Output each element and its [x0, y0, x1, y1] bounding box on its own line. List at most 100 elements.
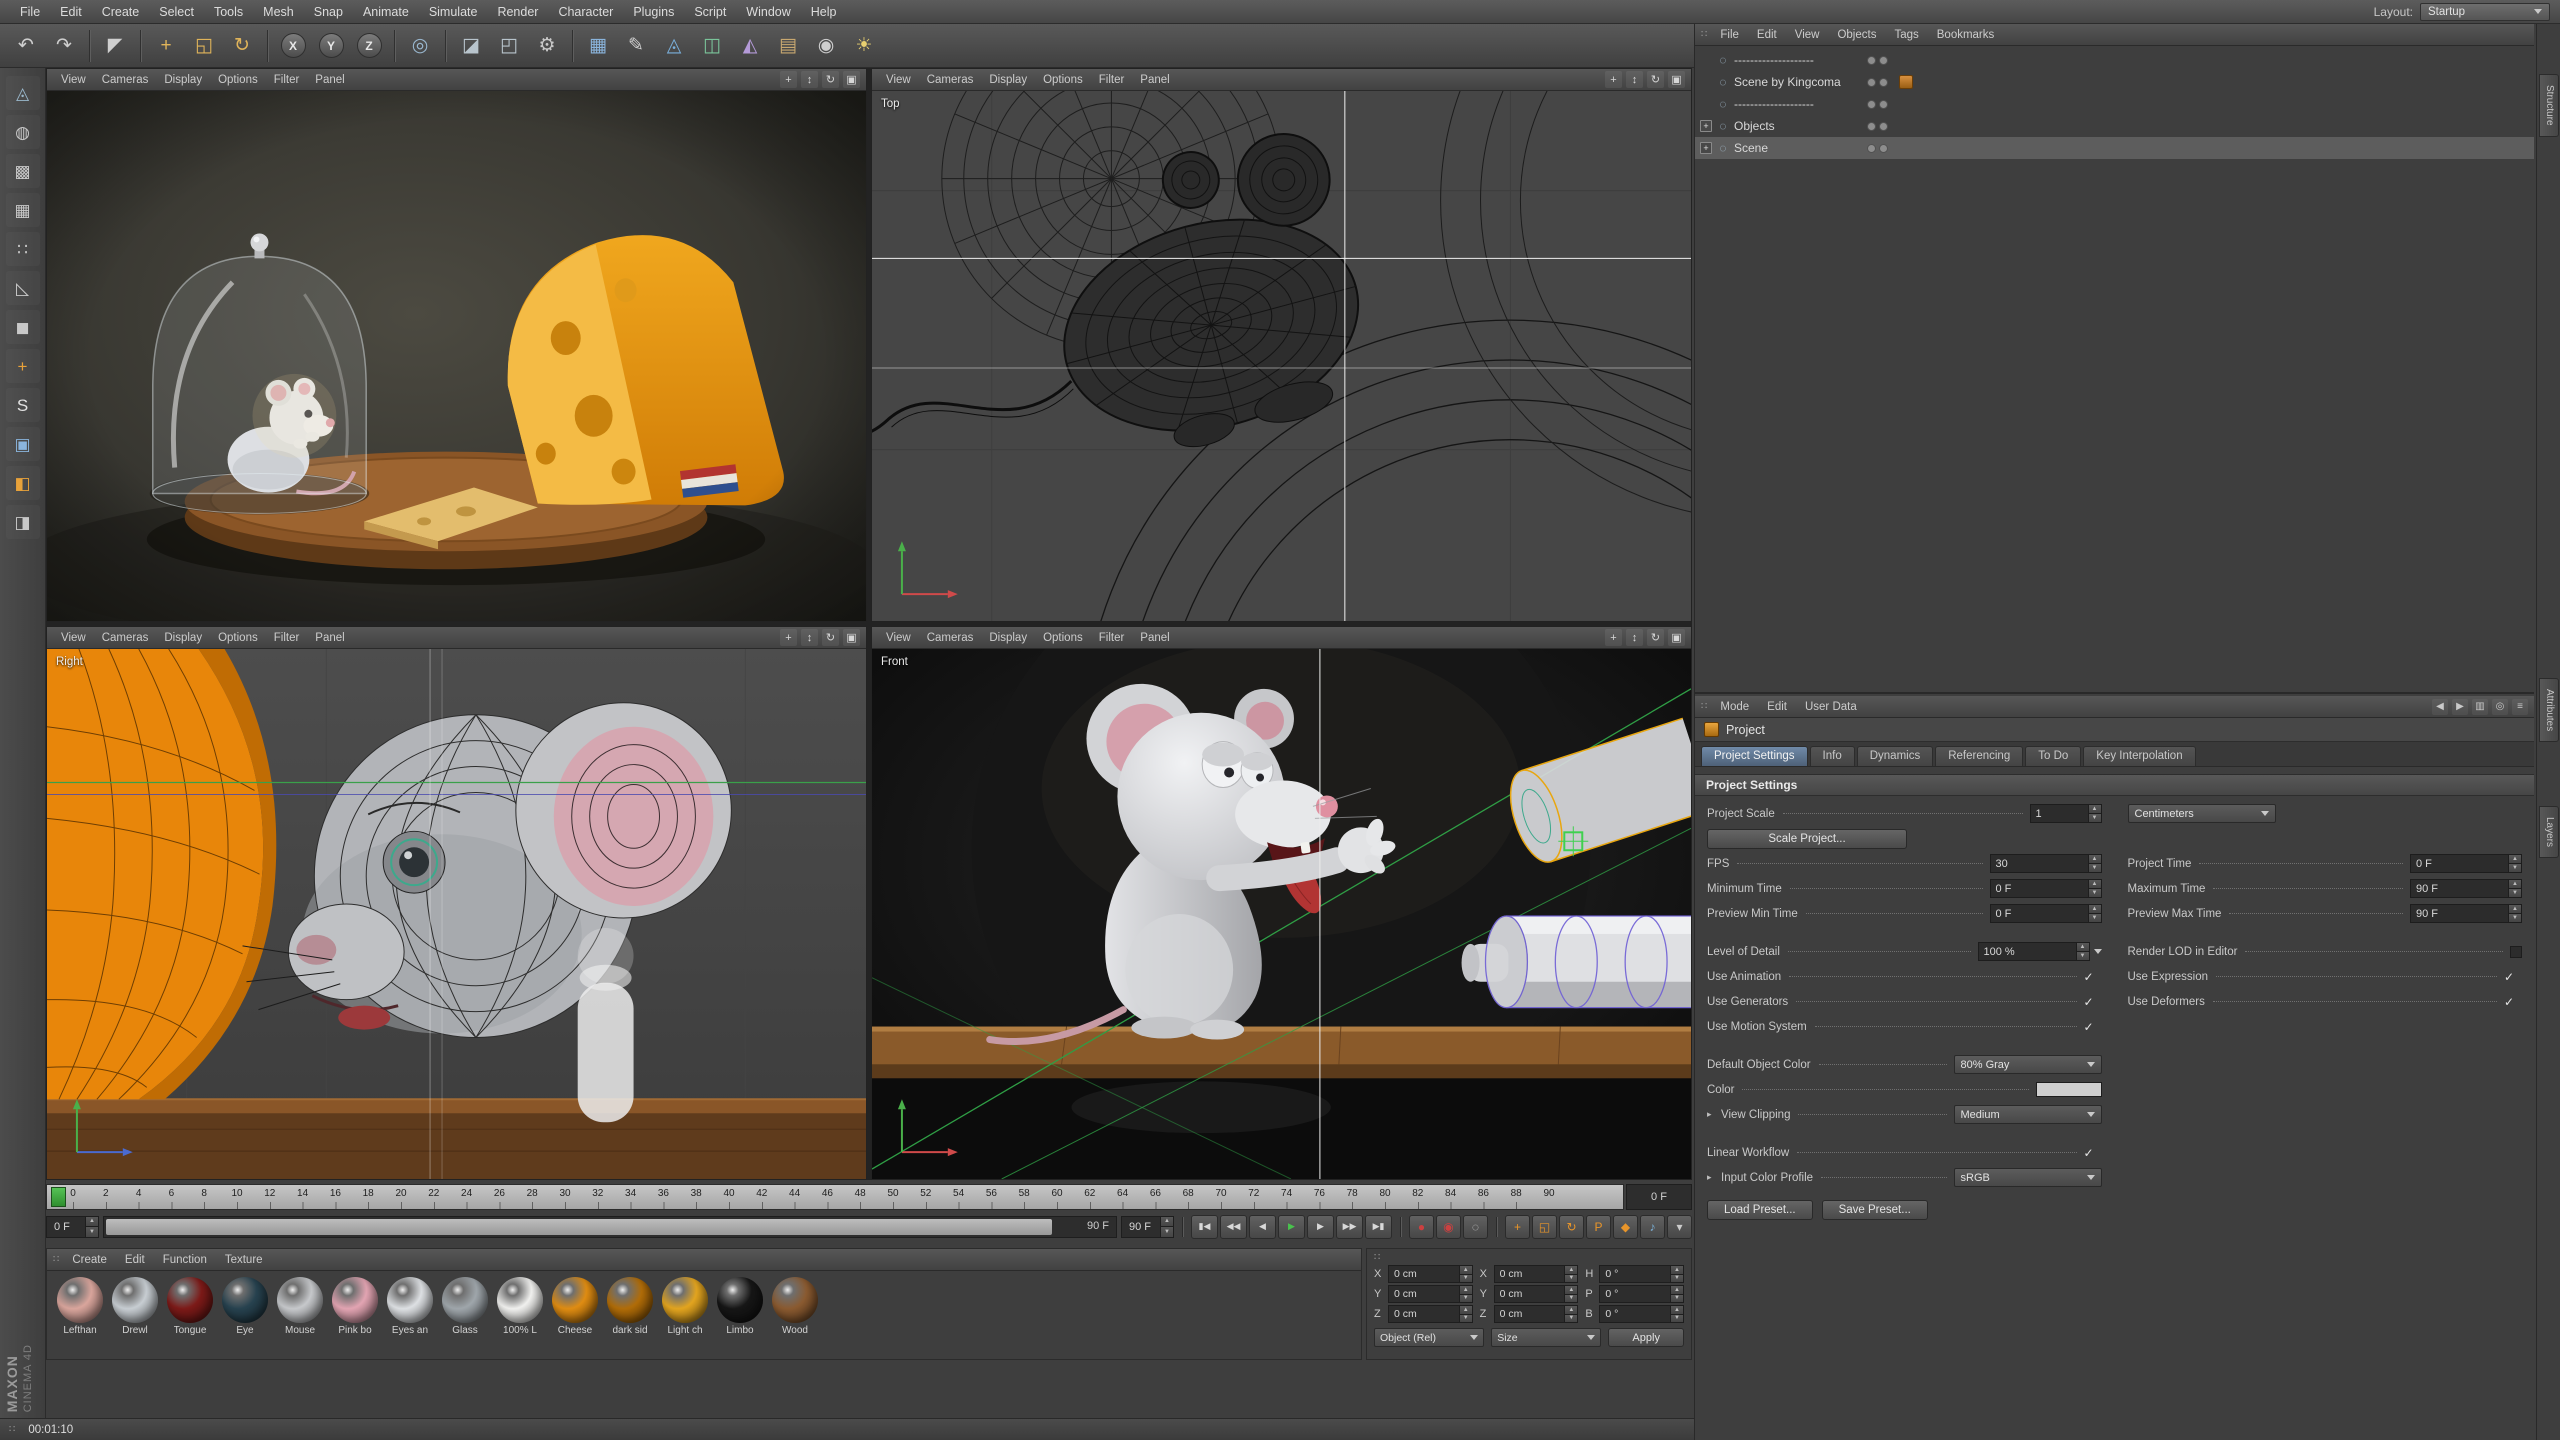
display-tag-icon[interactable]: [1899, 75, 1913, 89]
h-coordinate-field[interactable]: 0 °▲▼: [1599, 1265, 1684, 1283]
modeling-settings-button[interactable]: ◨: [6, 505, 40, 539]
toggle-view-icon[interactable]: ▣: [843, 629, 860, 646]
strip-tab-attributes[interactable]: Attributes: [2539, 678, 2559, 742]
stepper-arrows[interactable]: ▲▼: [2076, 943, 2089, 960]
menu-animate[interactable]: Animate: [353, 2, 419, 22]
visibility-editor-dot[interactable]: [1867, 78, 1876, 87]
x-coordinate-field[interactable]: 0 cm▲▼: [1494, 1265, 1579, 1283]
material-item[interactable]: Lefthan: [55, 1277, 105, 1336]
expand-icon[interactable]: +: [1700, 142, 1712, 154]
default-object-color-dropdown[interactable]: 80% Gray: [1954, 1055, 2102, 1074]
filter-icon[interactable]: ▥: [2472, 699, 2488, 715]
material-item[interactable]: Eye: [220, 1277, 270, 1336]
layout-select[interactable]: Startup: [2420, 3, 2550, 21]
object-row[interactable]: +◌Scene: [1695, 137, 2534, 159]
tab-info[interactable]: Info: [1810, 746, 1855, 766]
material-menu-texture[interactable]: Texture: [216, 1252, 272, 1268]
material-item[interactable]: Eyes an: [385, 1277, 435, 1336]
centimeters-dropdown[interactable]: Centimeters: [2128, 804, 2276, 823]
stepper-arrows[interactable]: ▲▼: [1459, 1306, 1472, 1322]
coordinate-mode-select[interactable]: Object (Rel): [1374, 1328, 1484, 1347]
material-menu-function[interactable]: Function: [154, 1252, 216, 1268]
scale-tool[interactable]: ◱: [186, 28, 222, 64]
menu-character[interactable]: Character: [548, 2, 623, 22]
object-row[interactable]: +◌Objects: [1695, 115, 2534, 137]
material-item[interactable]: Limbo: [715, 1277, 765, 1336]
size-mode-select[interactable]: Size: [1491, 1328, 1601, 1347]
strip-tab-structure[interactable]: Structure: [2539, 74, 2559, 137]
record-scale-toggle[interactable]: ◱: [1532, 1215, 1557, 1239]
visibility-render-dot[interactable]: [1879, 56, 1888, 65]
material-item[interactable]: Cheese: [550, 1277, 600, 1336]
tab-dynamics[interactable]: Dynamics: [1857, 746, 1933, 766]
am-menu-mode[interactable]: Mode: [1711, 699, 1758, 715]
menu-select[interactable]: Select: [149, 2, 204, 22]
viewport-canvas-front[interactable]: Front: [872, 649, 1691, 1179]
workplane-mode-button[interactable]: ▦: [6, 193, 40, 227]
make-editable-button[interactable]: ◬: [6, 76, 40, 110]
stepper-arrows[interactable]: ▲▼: [1670, 1286, 1683, 1302]
menu-render[interactable]: Render: [487, 2, 548, 22]
menu-script[interactable]: Script: [684, 2, 736, 22]
viewport-menu-display[interactable]: Display: [981, 630, 1035, 646]
stepper-arrows[interactable]: ▲▼: [1564, 1266, 1577, 1282]
strip-tab-layers[interactable]: Layers: [2539, 806, 2559, 858]
workplane-lock-button[interactable]: ▣: [6, 427, 40, 461]
x-axis-toggle[interactable]: X: [275, 28, 311, 64]
object-row[interactable]: ◌--------------------: [1695, 49, 2534, 71]
add-spline-button[interactable]: ✎: [618, 28, 654, 64]
stepper-arrows[interactable]: ▲▼: [2088, 905, 2101, 922]
history-back-icon[interactable]: ◀: [2432, 699, 2448, 715]
rotate-tool[interactable]: ↻: [224, 28, 260, 64]
viewport-menu-view[interactable]: View: [53, 72, 94, 88]
material-item[interactable]: Wood: [770, 1277, 820, 1336]
move-tool[interactable]: +: [148, 28, 184, 64]
record-parameter-toggle[interactable]: P: [1586, 1215, 1611, 1239]
enable-axis-button[interactable]: +: [6, 349, 40, 383]
visibility-editor-dot[interactable]: [1867, 122, 1876, 131]
viewport-menu-cameras[interactable]: Cameras: [94, 72, 157, 88]
viewport-canvas-perspective[interactable]: [47, 91, 866, 621]
live-selection-tool[interactable]: ◤: [97, 28, 133, 64]
om-menu-objects[interactable]: Objects: [1828, 27, 1885, 43]
add-deformer-button[interactable]: ◭: [732, 28, 768, 64]
menu-create[interactable]: Create: [92, 2, 150, 22]
om-menu-file[interactable]: File: [1711, 27, 1748, 43]
viewport-menu-filter[interactable]: Filter: [1091, 630, 1133, 646]
viewport-menu-filter[interactable]: Filter: [1091, 72, 1133, 88]
material-menu-create[interactable]: Create: [63, 1252, 116, 1268]
expander-icon[interactable]: ▸: [1707, 1109, 1717, 1120]
use-motion-system-checkbox[interactable]: ✓: [2084, 1020, 2102, 1034]
stepper-arrows[interactable]: ▲▼: [2508, 855, 2521, 872]
scale-project-button[interactable]: Scale Project...: [1707, 829, 1907, 849]
expander-icon[interactable]: ▸: [1707, 1172, 1717, 1183]
menu-simulate[interactable]: Simulate: [419, 2, 488, 22]
polygons-mode-button[interactable]: ◼: [6, 310, 40, 344]
add-camera-button[interactable]: ◉: [808, 28, 844, 64]
material-item[interactable]: 100% L: [495, 1277, 545, 1336]
z-axis-toggle[interactable]: Z: [351, 28, 387, 64]
rotate-view-icon[interactable]: ↻: [1647, 629, 1664, 646]
minimum-time-field[interactable]: 0 F▲▼: [1990, 879, 2102, 898]
viewport-menu-panel[interactable]: Panel: [1132, 72, 1177, 88]
record-position-toggle[interactable]: +: [1505, 1215, 1530, 1239]
lock-icon[interactable]: ◎: [2492, 699, 2508, 715]
y-coordinate-field[interactable]: 0 cm▲▼: [1388, 1285, 1473, 1303]
add-array-button[interactable]: ◫: [694, 28, 730, 64]
y-coordinate-field[interactable]: 0 cm▲▼: [1494, 1285, 1579, 1303]
stepper-arrows[interactable]: ▲▼: [2508, 905, 2521, 922]
record-pla-toggle[interactable]: ◆: [1613, 1215, 1638, 1239]
viewport-menu-display[interactable]: Display: [156, 72, 210, 88]
viewport-menu-view[interactable]: View: [878, 72, 919, 88]
visibility-editor-dot[interactable]: [1867, 56, 1876, 65]
load-preset-button[interactable]: Load Preset...: [1707, 1200, 1813, 1220]
goto-start-button[interactable]: ▮◀: [1191, 1215, 1218, 1239]
am-menu-user-data[interactable]: User Data: [1796, 699, 1866, 715]
om-menu-bookmarks[interactable]: Bookmarks: [1928, 27, 2004, 43]
material-item[interactable]: Glass: [440, 1277, 490, 1336]
viewport-menu-options[interactable]: Options: [210, 72, 266, 88]
add-environment-button[interactable]: ▤: [770, 28, 806, 64]
preview-max-time-field[interactable]: 90 F▲▼: [2410, 904, 2522, 923]
render-lod-in-editor-checkbox[interactable]: [2510, 946, 2522, 958]
keyframe-selection-button[interactable]: ◌: [1463, 1215, 1488, 1239]
